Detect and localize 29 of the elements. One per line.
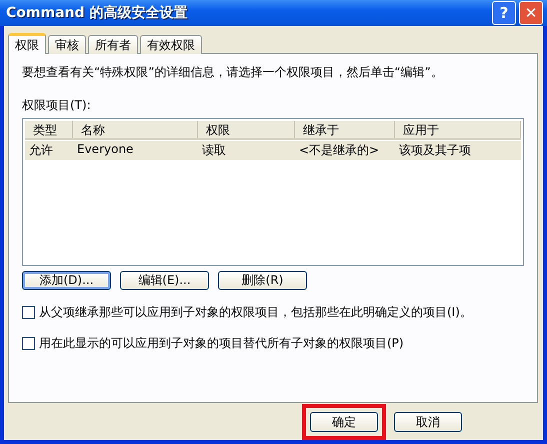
table-cell-text: 读取 [201, 142, 227, 159]
tab[interactable]: 权限 [8, 33, 46, 54]
checkbox[interactable] [22, 306, 35, 319]
checkbox[interactable] [22, 337, 35, 350]
dialog-button[interactable]: 取消 [394, 412, 462, 432]
tab[interactable]: 所有者 [88, 35, 138, 54]
window-title: Command 的高级安全设置 [6, 4, 188, 22]
column-header[interactable]: 名称 [73, 121, 198, 138]
column-header[interactable]: 类型 [25, 121, 73, 138]
list-button[interactable]: 编辑(E)... [120, 271, 209, 290]
close-button[interactable]: ✕ [519, 1, 543, 25]
table-cell-text: 允许 [28, 142, 54, 159]
table-cell-text: Everyone [76, 141, 134, 158]
checkbox-label: 用在此显示的可以应用到子对象的项目替代所有子对象的权限项目(P) [39, 335, 404, 352]
column-header[interactable]: 继承于 [295, 121, 395, 138]
list-row[interactable]: 允许 Everyone 读取 <不是继承的> 该项及其子项 [25, 141, 521, 160]
info-text: 要想查看有关“特殊权限”的详细信息，请选择一个权限项目，然后单击“编辑”。 [22, 64, 444, 81]
list-button[interactable]: 删除(R) [218, 271, 307, 290]
list-label: 权限项目(T): [22, 97, 92, 114]
dialog-button[interactable]: 确定 [310, 412, 378, 432]
table-cell-text: 该项及其子项 [398, 142, 472, 159]
tab[interactable]: 审核 [48, 35, 86, 54]
column-header[interactable]: 权限 [198, 121, 295, 138]
column-header[interactable]: 应用于 [395, 121, 521, 138]
list-button[interactable]: 添加(D)... [22, 271, 111, 290]
tab[interactable]: 有效权限 [140, 35, 202, 54]
checkbox-label: 从父项继承那些可以应用到子对象的权限项目，包括那些在此明确定义的项目(I)。 [39, 304, 472, 321]
help-button[interactable]: ? [492, 1, 516, 25]
table-cell-text: <不是继承的> [298, 142, 380, 159]
